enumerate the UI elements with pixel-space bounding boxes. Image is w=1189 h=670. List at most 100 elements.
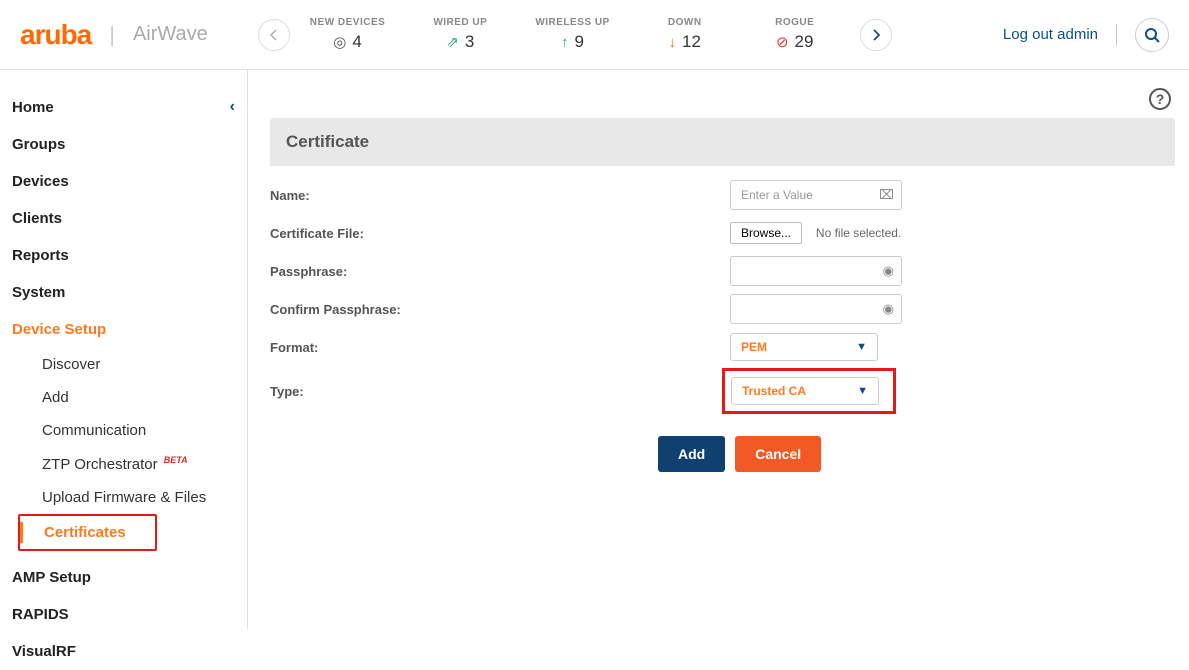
divider [1116,24,1117,46]
logo-divider: | [109,22,115,48]
sidebar-item-label: Device Setup [12,321,106,338]
sidebar-item-label: Groups [12,136,65,153]
stat-wired-up[interactable]: WIRED UP ⇗ 3 [425,17,495,52]
sidebar-item-rapids[interactable]: RAPIDS [0,596,247,633]
active-bar [20,522,23,543]
stat-label: DOWN [668,17,702,28]
help-button[interactable]: ? [1149,88,1171,110]
sidebar-item-groups[interactable]: Groups [0,126,247,163]
chevron-down-icon: ▼ [856,341,867,353]
certificate-form: Name: ⌧ Certificate File: Browse... No f… [270,178,1175,472]
format-value: PEM [741,340,767,354]
stat-down[interactable]: DOWN ↓ 12 [650,17,720,52]
stat-label: WIRED UP [433,17,487,28]
type-label: Type: [270,384,730,399]
row-cert-file: Certificate File: Browse... No file sele… [270,216,1175,250]
stats-bar: NEW DEVICES ◎ 4 WIRED UP ⇗ 3 WIRELESS UP ↑… [310,17,830,52]
stat-value: 3 [465,32,474,52]
chevron-down-icon: ▼ [857,385,868,397]
row-passphrase: Passphrase: ◉ [270,254,1175,288]
passphrase-label: Passphrase: [270,264,730,279]
panel-title: Certificate [270,118,1175,166]
sidebar-item-label: Devices [12,173,69,190]
search-icon [1144,27,1160,43]
name-input[interactable] [730,180,902,210]
browse-button[interactable]: Browse... [730,222,802,244]
sidebar-submenu: Discover Add Communication ZTP Orchestra… [0,348,247,514]
sidebar-item-label: AMP Setup [12,569,91,586]
stat-value: 4 [352,32,361,52]
sidebar-item-device-setup[interactable]: Device Setup [0,311,247,348]
search-button[interactable] [1135,18,1169,52]
stat-value: 12 [682,32,701,52]
prohibited-icon: ⊘ [776,33,789,51]
sidebar-item-label: ZTP Orchestrator [42,456,158,473]
file-status-text: No file selected. [816,226,901,240]
highlight-box-type: Trusted CA ▼ [722,368,896,414]
highlight-box-certificates: Certificates [18,514,157,551]
sidebar-item-clients[interactable]: Clients [0,200,247,237]
sidebar-item-label: VisualRF [12,643,76,660]
sidebar-item-label: Certificates [44,524,126,541]
passphrase-input[interactable] [730,256,902,286]
sidebar-item-label: System [12,284,65,301]
main: ? Certificate Name: ⌧ Certificate File: … [248,70,1189,629]
sidebar-sub-upload[interactable]: Upload Firmware & Files [30,481,247,514]
name-label: Name: [270,188,730,203]
product-name: AirWave [133,23,208,46]
logout-link[interactable]: Log out admin [1003,26,1098,43]
stat-value: 29 [795,32,814,52]
logo: aruba [20,19,91,51]
stat-label: WIRELESS UP [535,17,609,28]
row-type: Type: Trusted CA ▼ [270,368,1175,414]
sidebar-item-reports[interactable]: Reports [0,237,247,274]
header-right: Log out admin [1003,18,1169,52]
arrow-down-icon: ↓ [669,34,677,51]
stat-rogue[interactable]: ROGUE ⊘ 29 [760,17,830,52]
sidebar-item-label: RAPIDS [12,606,69,623]
format-label: Format: [270,340,730,355]
stat-label: ROGUE [775,17,814,28]
sidebar-item-amp-setup[interactable]: AMP Setup [0,559,247,596]
row-format: Format: PEM ▼ [270,330,1175,364]
format-select[interactable]: PEM ▼ [730,333,878,361]
link-icon: ⇗ [446,33,459,51]
sidebar-item-devices[interactable]: Devices [0,163,247,200]
sidebar-sub-communication[interactable]: Communication [30,414,247,447]
add-button[interactable]: Add [658,436,725,472]
sidebar-sub-discover[interactable]: Discover [30,348,247,381]
chevron-left-icon [270,29,278,41]
confirm-passphrase-input[interactable] [730,294,902,324]
type-value: Trusted CA [742,384,806,398]
stats-next-button[interactable] [860,19,892,51]
question-icon: ? [1156,91,1165,107]
sidebar-sub-certificates[interactable]: Certificates [20,516,155,549]
cert-file-label: Certificate File: [270,226,730,241]
sidebar-item-label: Clients [12,210,62,227]
sidebar-item-home[interactable]: Home ‹ [0,88,247,126]
stats-prev-button[interactable] [258,19,290,51]
beta-badge: BETA [164,455,188,465]
row-name: Name: ⌧ [270,178,1175,212]
target-icon: ◎ [333,33,346,51]
stat-new-devices[interactable]: NEW DEVICES ◎ 4 [310,17,386,52]
chevron-left-icon[interactable]: ‹ [230,98,235,116]
confirm-passphrase-label: Confirm Passphrase: [270,302,730,317]
type-select[interactable]: Trusted CA ▼ [731,377,879,405]
stat-wireless-up[interactable]: WIRELESS UP ↑9 [535,17,609,52]
sidebar-sub-add[interactable]: Add [30,381,247,414]
sidebar-sub-ztp[interactable]: ZTP Orchestrator BETA [30,447,247,481]
header: aruba | AirWave NEW DEVICES ◎ 4 WIRED UP … [0,0,1189,70]
row-confirm-passphrase: Confirm Passphrase: ◉ [270,292,1175,326]
chevron-right-icon [872,29,880,41]
body: Home ‹ Groups Devices Clients Reports Sy… [0,70,1189,629]
stat-label: NEW DEVICES [310,17,386,28]
button-row: Add Cancel [658,436,1175,472]
sidebar-item-label: Home [12,99,54,116]
arrow-up-icon: ↑ [561,34,569,51]
cancel-button[interactable]: Cancel [735,436,821,472]
sidebar-item-visualrf[interactable]: VisualRF [0,633,247,670]
sidebar-item-label: Reports [12,247,69,264]
sidebar-item-system[interactable]: System [0,274,247,311]
sidebar: Home ‹ Groups Devices Clients Reports Sy… [0,70,248,629]
